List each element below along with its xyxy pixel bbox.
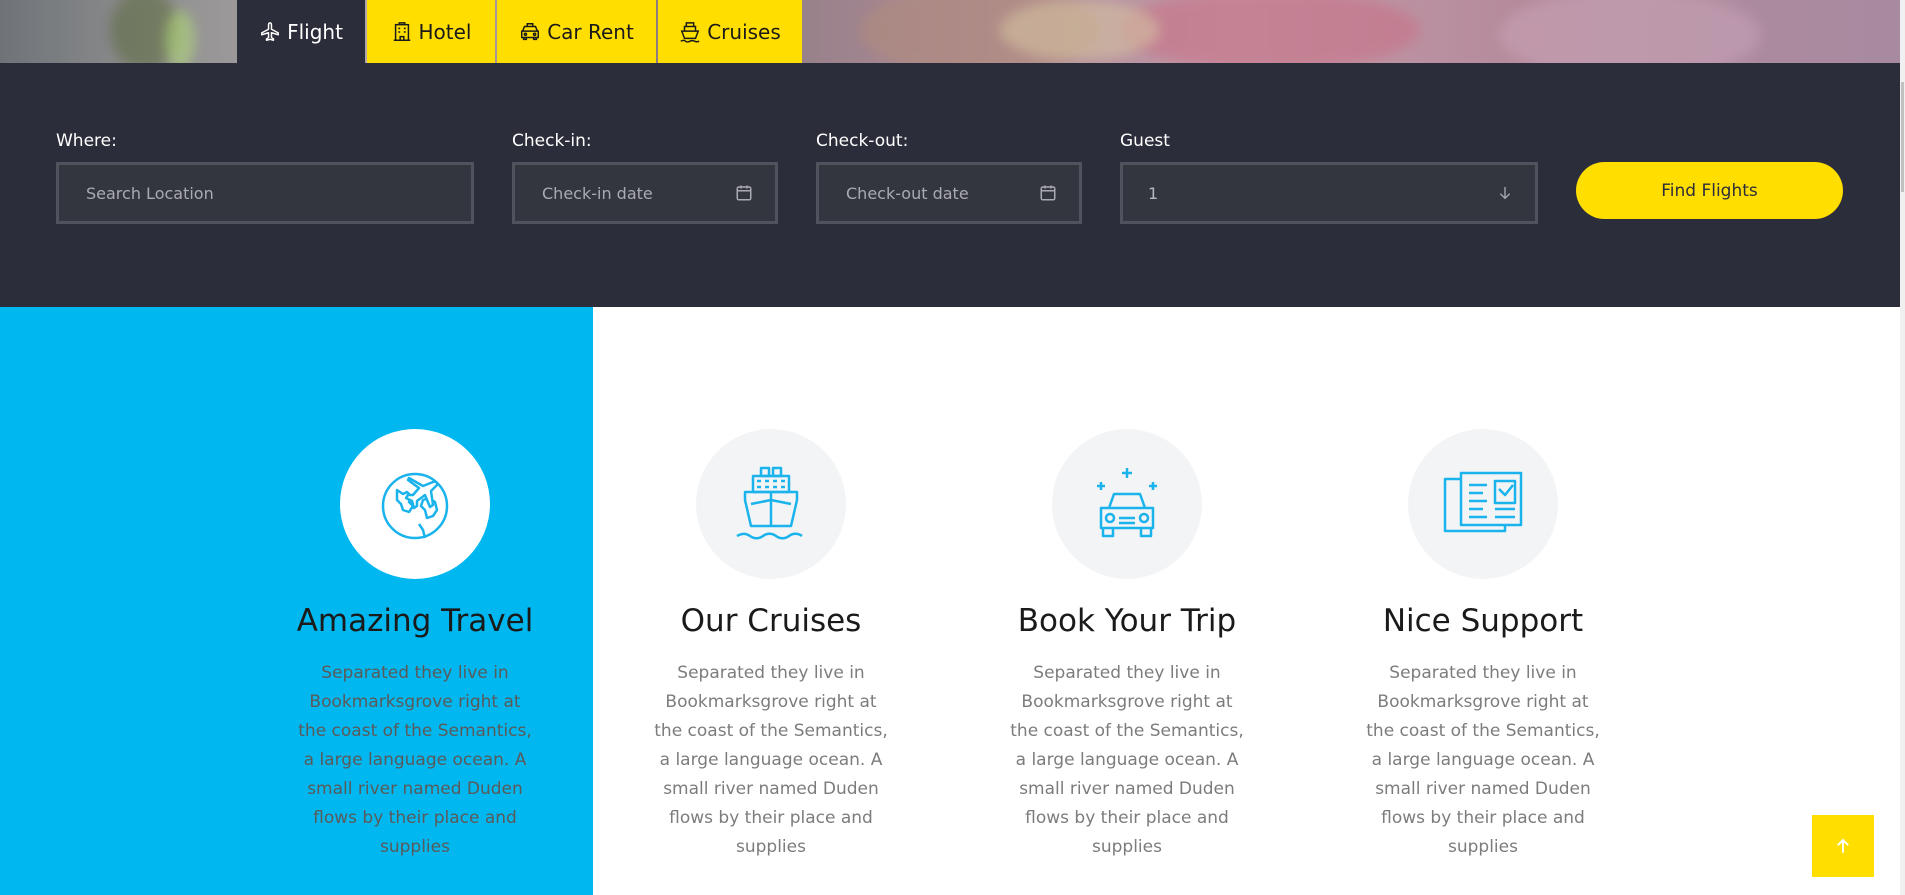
- checkin-label: Check-in:: [512, 131, 592, 151]
- tab-cruises[interactable]: Cruises: [658, 0, 802, 63]
- feature-icon-circle: [340, 429, 490, 579]
- feature-card: Our Cruises Separated they live in Bookm…: [641, 429, 901, 862]
- car-icon: [1097, 468, 1157, 538]
- checkin-field[interactable]: [512, 162, 778, 224]
- cruise-ship-icon: [736, 466, 803, 540]
- feature-card: Amazing Travel Separated they live in Bo…: [285, 429, 545, 862]
- arrow-down-icon: [1499, 187, 1511, 200]
- tab-hotel[interactable]: Hotel: [367, 0, 495, 63]
- feature-title: Book Your Trip: [1017, 603, 1237, 639]
- ship-icon: [680, 21, 700, 43]
- feature-text: Separated they live in Bookmarksgrove ri…: [654, 663, 888, 857]
- plane-icon: [261, 21, 280, 41]
- calendar-icon: [1040, 185, 1056, 201]
- hotel-icon: [393, 21, 410, 41]
- feature-card: Nice Support Separated they live in Book…: [1353, 429, 1613, 862]
- tab-hotel-label: Hotel: [418, 19, 472, 44]
- features-section: Amazing Travel Separated they live in Bo…: [0, 307, 1900, 895]
- checkout-field[interactable]: [816, 162, 1082, 224]
- feature-text: Separated they live in Bookmarksgrove ri…: [1010, 663, 1244, 857]
- guest-value: 1: [1148, 183, 1159, 203]
- feature-title: Nice Support: [1382, 603, 1584, 639]
- feature-card: Book Your Trip Separated they live in Bo…: [997, 429, 1257, 862]
- tab-flight[interactable]: Flight: [237, 0, 365, 63]
- feature-title: Amazing Travel: [296, 603, 534, 639]
- feature-text: Separated they live in Bookmarksgrove ri…: [298, 663, 532, 857]
- checkout-label: Check-out:: [816, 131, 909, 151]
- tab-cruises-label: Cruises: [707, 19, 781, 44]
- feature-text: Separated they live in Bookmarksgrove ri…: [1366, 663, 1600, 857]
- taxi-icon: [521, 22, 540, 40]
- find-flights-button[interactable]: Find Flights: [1576, 162, 1843, 219]
- feature-icon-circle: [1408, 429, 1558, 579]
- globe-plane-icon: [381, 472, 449, 540]
- feature-icon-circle: [696, 429, 846, 579]
- scrollbar-thumb[interactable]: [1901, 82, 1904, 192]
- where-field[interactable]: [56, 162, 474, 224]
- search-form: Where: Check-in: Check-out: Guest 1 Find…: [0, 63, 1900, 307]
- guest-select[interactable]: 1: [1120, 162, 1538, 224]
- feature-title: Our Cruises: [680, 603, 862, 639]
- booking-tabs: Flight Hotel Car Rent Cruises: [237, 0, 804, 63]
- where-label: Where:: [56, 131, 117, 151]
- scroll-to-top-button[interactable]: [1812, 815, 1874, 877]
- tab-car-rent[interactable]: Car Rent: [497, 0, 656, 63]
- tab-flight-label: Flight: [287, 19, 343, 44]
- page-scrollbar[interactable]: [1900, 0, 1905, 895]
- guest-label: Guest: [1120, 131, 1170, 151]
- arrow-up-icon: [1837, 838, 1849, 853]
- brochure-icon: [1443, 471, 1523, 533]
- feature-icon-circle: [1052, 429, 1202, 579]
- calendar-icon: [736, 185, 752, 201]
- tab-car-rent-label: Car Rent: [547, 19, 634, 44]
- where-input[interactable]: [84, 182, 471, 204]
